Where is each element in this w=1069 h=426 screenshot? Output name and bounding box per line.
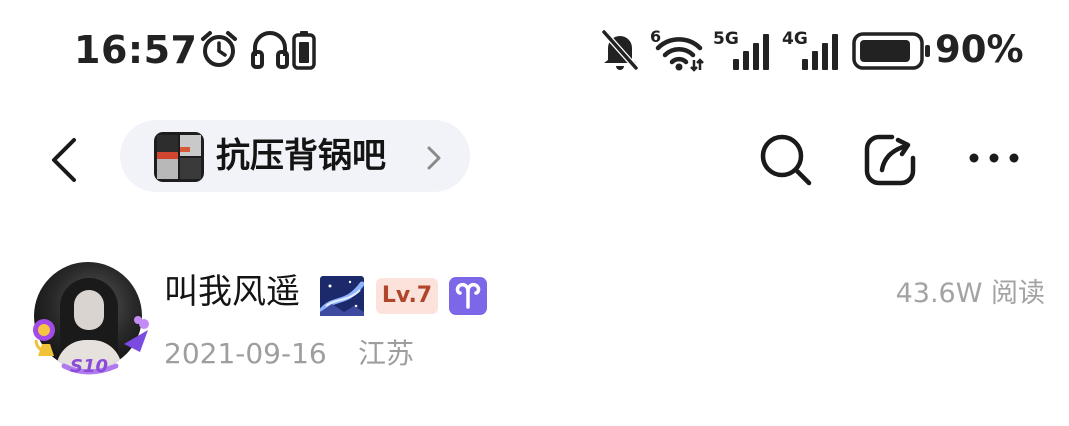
wifi-label: 6 xyxy=(650,27,661,46)
forum-entry-button[interactable]: 抗压背锅吧 xyxy=(120,120,470,192)
search-icon[interactable] xyxy=(758,132,814,188)
post-date: 2021-09-16 xyxy=(164,337,327,370)
battery-saver-icon xyxy=(292,31,316,70)
galaxy-emoji-icon xyxy=(320,276,364,316)
battery-percent: 90% xyxy=(935,28,1024,71)
avatar-season-badge: S10 xyxy=(70,356,109,377)
author-avatar[interactable]: S10 xyxy=(28,260,158,386)
wifi-icon: 6 xyxy=(650,27,704,72)
chevron-right-icon xyxy=(427,146,441,170)
nav-bar: 抗压背锅吧 xyxy=(0,110,1069,202)
mute-icon xyxy=(601,30,639,70)
more-icon[interactable] xyxy=(966,140,1022,176)
zodiac-aries-icon xyxy=(449,277,487,315)
5g-signal-icon: 5G xyxy=(713,29,769,70)
status-bar: 16:57 6 5G 4G 90% xyxy=(0,0,1069,100)
4g-signal-icon: 4G xyxy=(782,29,838,70)
post-location: 江苏 xyxy=(358,337,415,370)
forum-name: 抗压背锅吧 xyxy=(216,136,386,176)
status-time: 16:57 xyxy=(74,28,198,72)
post-author-row: S10 叫我风遥 2021-09-16 江苏 43.6W 阅读 xyxy=(0,250,1069,390)
forum-logo xyxy=(154,132,204,182)
author-name[interactable]: 叫我风遥 xyxy=(164,268,300,316)
forum-post-page: 16:57 6 5G 4G 90% 抗压背锅吧 S10 叫我风遥 2021-09… xyxy=(0,0,1069,426)
network-label-5g: 5G xyxy=(713,29,739,49)
back-icon[interactable] xyxy=(42,134,86,186)
network-label-4g: 4G xyxy=(782,29,808,49)
alarm-icon xyxy=(201,31,237,67)
headphones-icon xyxy=(251,31,289,69)
read-count: 43.6W 阅读 xyxy=(895,278,1045,309)
battery-icon xyxy=(852,32,930,70)
level-badge: Lv.7 xyxy=(376,278,438,314)
share-icon[interactable] xyxy=(862,132,918,188)
